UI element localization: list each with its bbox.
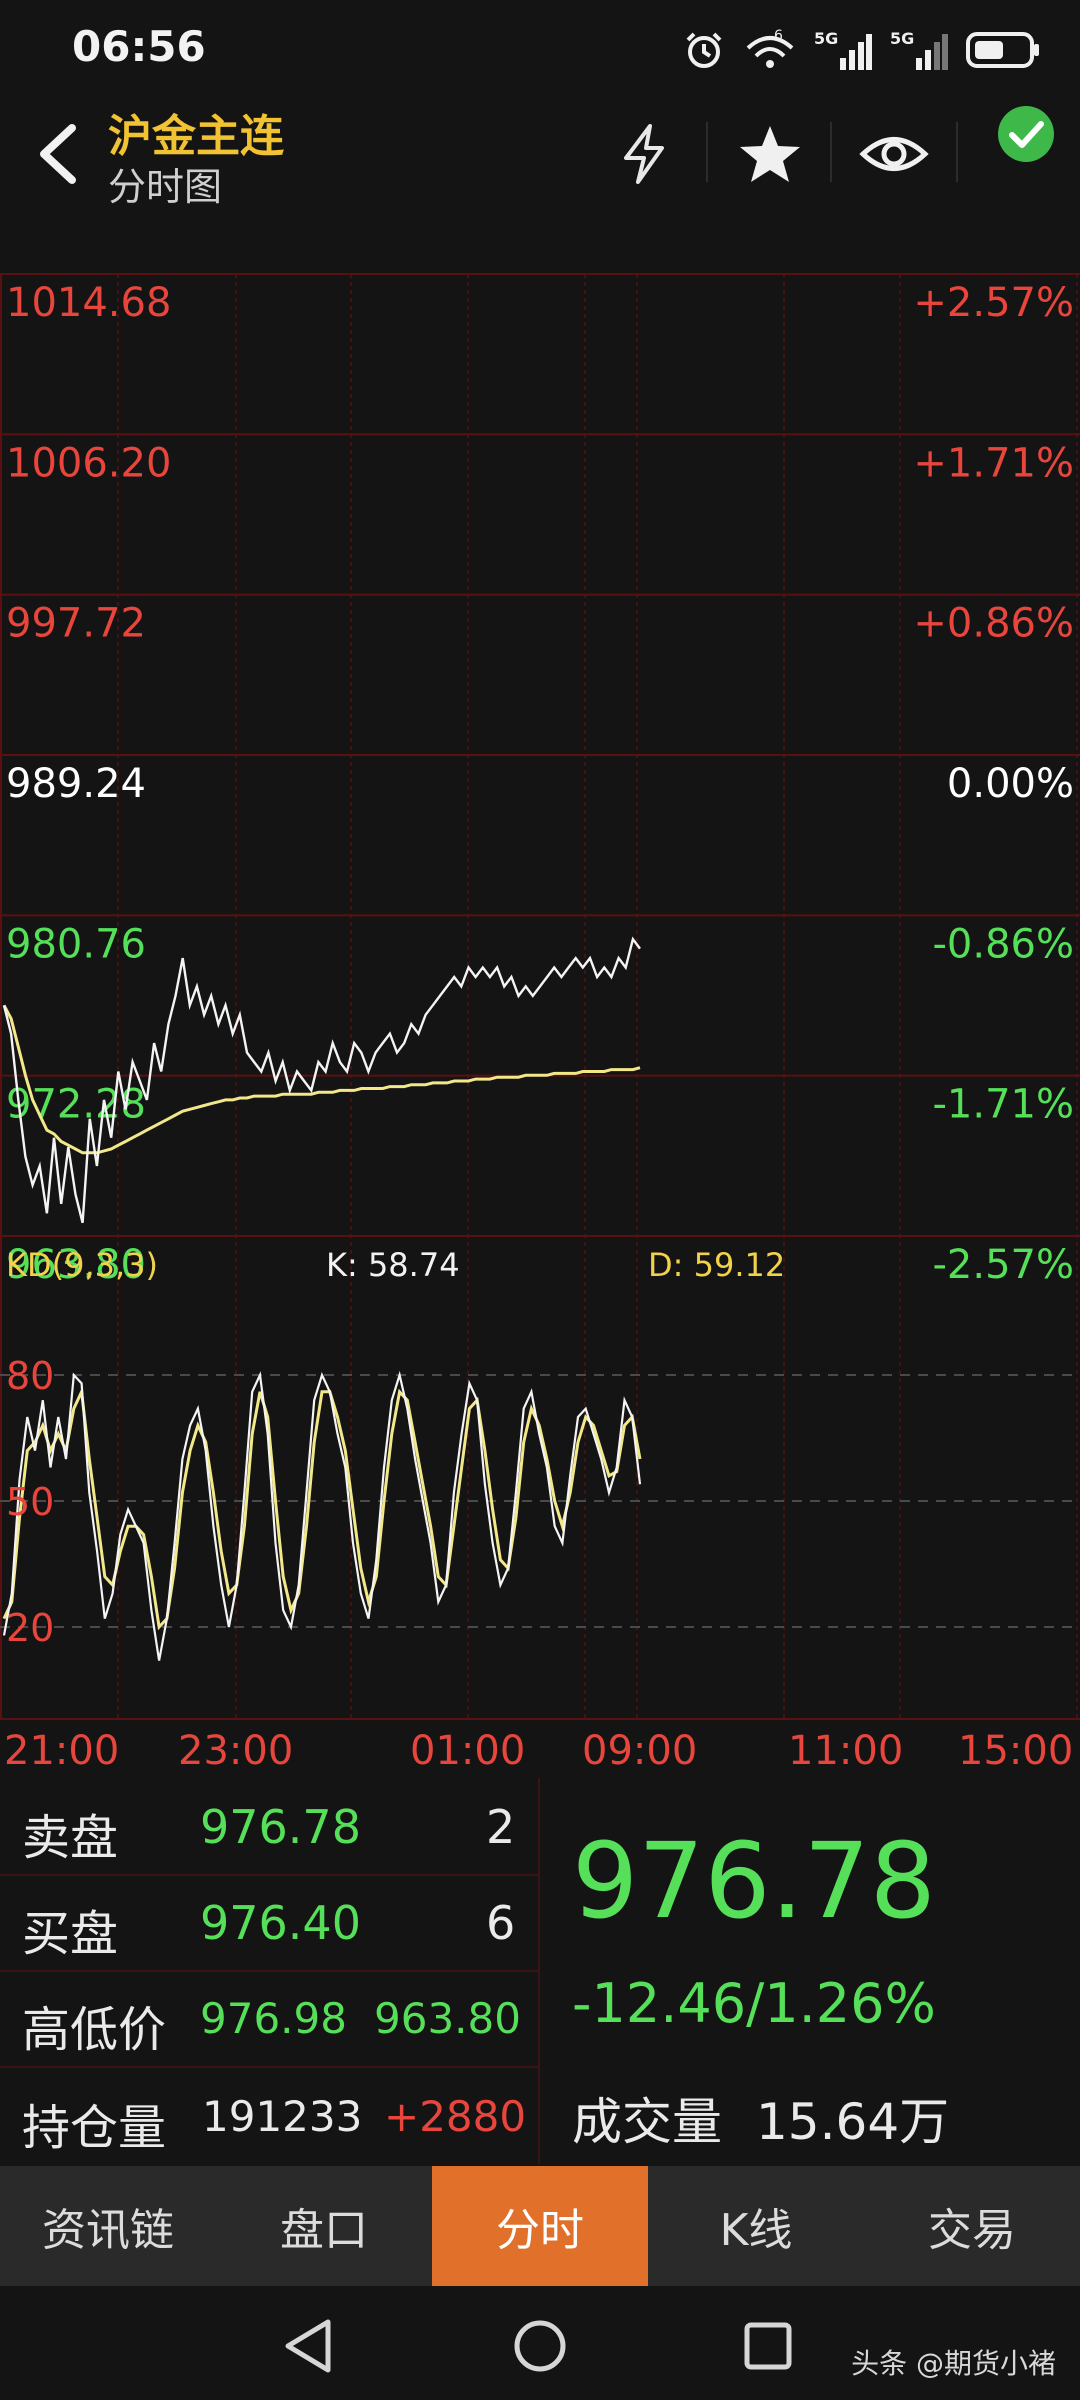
percent-axis-label: -1.71%: [932, 1082, 1074, 1128]
buy-qty: 6: [486, 1896, 516, 1950]
signal-label: 5G: [814, 29, 838, 48]
price-change: -12.46/1.26%: [572, 1972, 936, 2035]
percent-axis-label: +1.71%: [913, 440, 1074, 486]
last-price: 976.78: [572, 1820, 936, 1942]
sell-row: 卖盘 976.78 2: [0, 1780, 538, 1876]
price-axis-label: 997.72: [6, 601, 146, 647]
tab-order-book[interactable]: 盘口: [216, 2166, 432, 2286]
flash-button[interactable]: [602, 116, 686, 192]
back-arrow-icon: [40, 124, 76, 184]
signal-5g-icon: 5G: [814, 29, 872, 70]
price-axis-label: 989.24: [6, 761, 146, 807]
sell-price: 976.78: [200, 1800, 361, 1854]
watch-button[interactable]: [852, 116, 936, 192]
price-axis-label: 980.76: [6, 921, 146, 967]
kd-d-line: [2, 1386, 642, 1631]
header-separator: [706, 122, 708, 182]
open-interest-label: 持仓量: [22, 2100, 167, 2156]
sell-label: 卖盘: [22, 1810, 119, 1866]
intraday-chart[interactable]: 1014.68 1006.20 997.72 989.24 980.76 972.28 96…: [0, 214, 1080, 1774]
high-low-row: 高低价 976.98 963.80: [0, 1972, 538, 2068]
wifi-icon: 6: [746, 28, 794, 68]
time-axis-label: 09:00: [582, 1728, 697, 1774]
star-icon: [740, 126, 800, 182]
average-price-line: [2, 1004, 641, 1155]
status-time: 06:56: [72, 22, 206, 71]
kd-k-value: K: 58.74: [326, 1246, 460, 1284]
price-axis-label: 1014.68: [6, 280, 171, 326]
nav-back-button[interactable]: [272, 2310, 344, 2382]
flash-icon: [624, 124, 664, 184]
back-button[interactable]: [26, 116, 86, 192]
open-interest-row: 持仓量 191233 +2880: [0, 2068, 538, 2164]
time-axis-label: 11:00: [788, 1728, 903, 1774]
time-axis-label: 01:00: [410, 1728, 525, 1774]
back-triangle-icon: [285, 2319, 331, 2373]
battery-icon: [966, 32, 1039, 68]
buy-price: 976.40: [200, 1896, 361, 1950]
tab-trade[interactable]: 交易: [864, 2166, 1080, 2286]
nav-recents-button[interactable]: [732, 2310, 804, 2382]
percent-axis-label: -2.57%: [932, 1242, 1074, 1288]
kd-k-line: [2, 1370, 642, 1661]
eye-icon: [859, 137, 929, 171]
tab-news-chain[interactable]: 资讯链: [0, 2166, 216, 2286]
status-icons: 6 5G 5G: [682, 28, 1040, 72]
favorite-button[interactable]: [728, 116, 812, 192]
kd-level-label: 50: [6, 1480, 54, 1524]
percent-axis-label: +0.86%: [913, 601, 1074, 647]
kd-d-value: D: 59.12: [648, 1246, 785, 1284]
percent-axis-label: -0.86%: [932, 921, 1074, 967]
buy-label: 买盘: [22, 1906, 119, 1962]
percent-axis-label: +2.57%: [913, 280, 1074, 326]
high-price: 976.98: [200, 1994, 347, 2043]
kd-level-label: 20: [6, 1606, 54, 1650]
status-bar: 06:56 6 5G 5G: [0, 0, 1080, 100]
kd-level-label: 80: [6, 1354, 54, 1398]
header-separator: [956, 122, 958, 182]
percent-axis-label: 0.00%: [947, 761, 1074, 807]
price-panel: 976.78 -12.46/1.26% 成交量 15.64万: [540, 1780, 1080, 2164]
watermark-text: 头条 @期货小褚: [851, 2347, 1056, 2380]
time-axis-label: 23:00: [178, 1728, 293, 1774]
home-circle-icon: [514, 2320, 566, 2372]
high-low-label: 高低价: [22, 2002, 167, 2058]
sell-qty: 2: [486, 1800, 516, 1854]
chart-canvas: 1014.681006.20997.72989.24980.76972.2896…: [0, 273, 1080, 1774]
alarm-icon: [686, 32, 722, 68]
tab-kline[interactable]: K线: [648, 2166, 864, 2286]
open-interest-change: +2880: [384, 2092, 527, 2141]
nav-home-button[interactable]: [504, 2310, 576, 2382]
tab-intraday[interactable]: 分时: [432, 2166, 648, 2286]
price-axis-label: 1006.20: [6, 440, 171, 486]
buy-row: 买盘 976.40 6: [0, 1876, 538, 1972]
volume-value: 15.64万: [756, 2093, 950, 2151]
recents-square-icon: [744, 2322, 792, 2370]
header-separator: [830, 122, 832, 182]
signal-5g-icon: 5G: [890, 29, 948, 70]
system-nav-bar: 头条 @期货小褚: [0, 2286, 1080, 2400]
kd-indicator-label: KD(9,3,3): [6, 1246, 158, 1284]
open-interest-value: 191233: [202, 2092, 363, 2141]
low-price: 963.80: [374, 1994, 521, 2043]
signal-label: 5G: [890, 29, 914, 48]
check-icon: [998, 106, 1054, 162]
contract-title: 沪金主连: [108, 111, 284, 162]
time-axis-label: 21:00: [4, 1728, 119, 1774]
view-subtitle: 分时图: [108, 165, 223, 209]
volume-label: 成交量: [572, 2093, 722, 2151]
time-axis-label: 15:00: [958, 1728, 1073, 1774]
app-header: 沪金主连 分时图: [0, 96, 1080, 214]
bottom-tab-bar: 资讯链 盘口 分时 K线 交易: [0, 2166, 1080, 2286]
confirm-button[interactable]: [984, 96, 1068, 172]
